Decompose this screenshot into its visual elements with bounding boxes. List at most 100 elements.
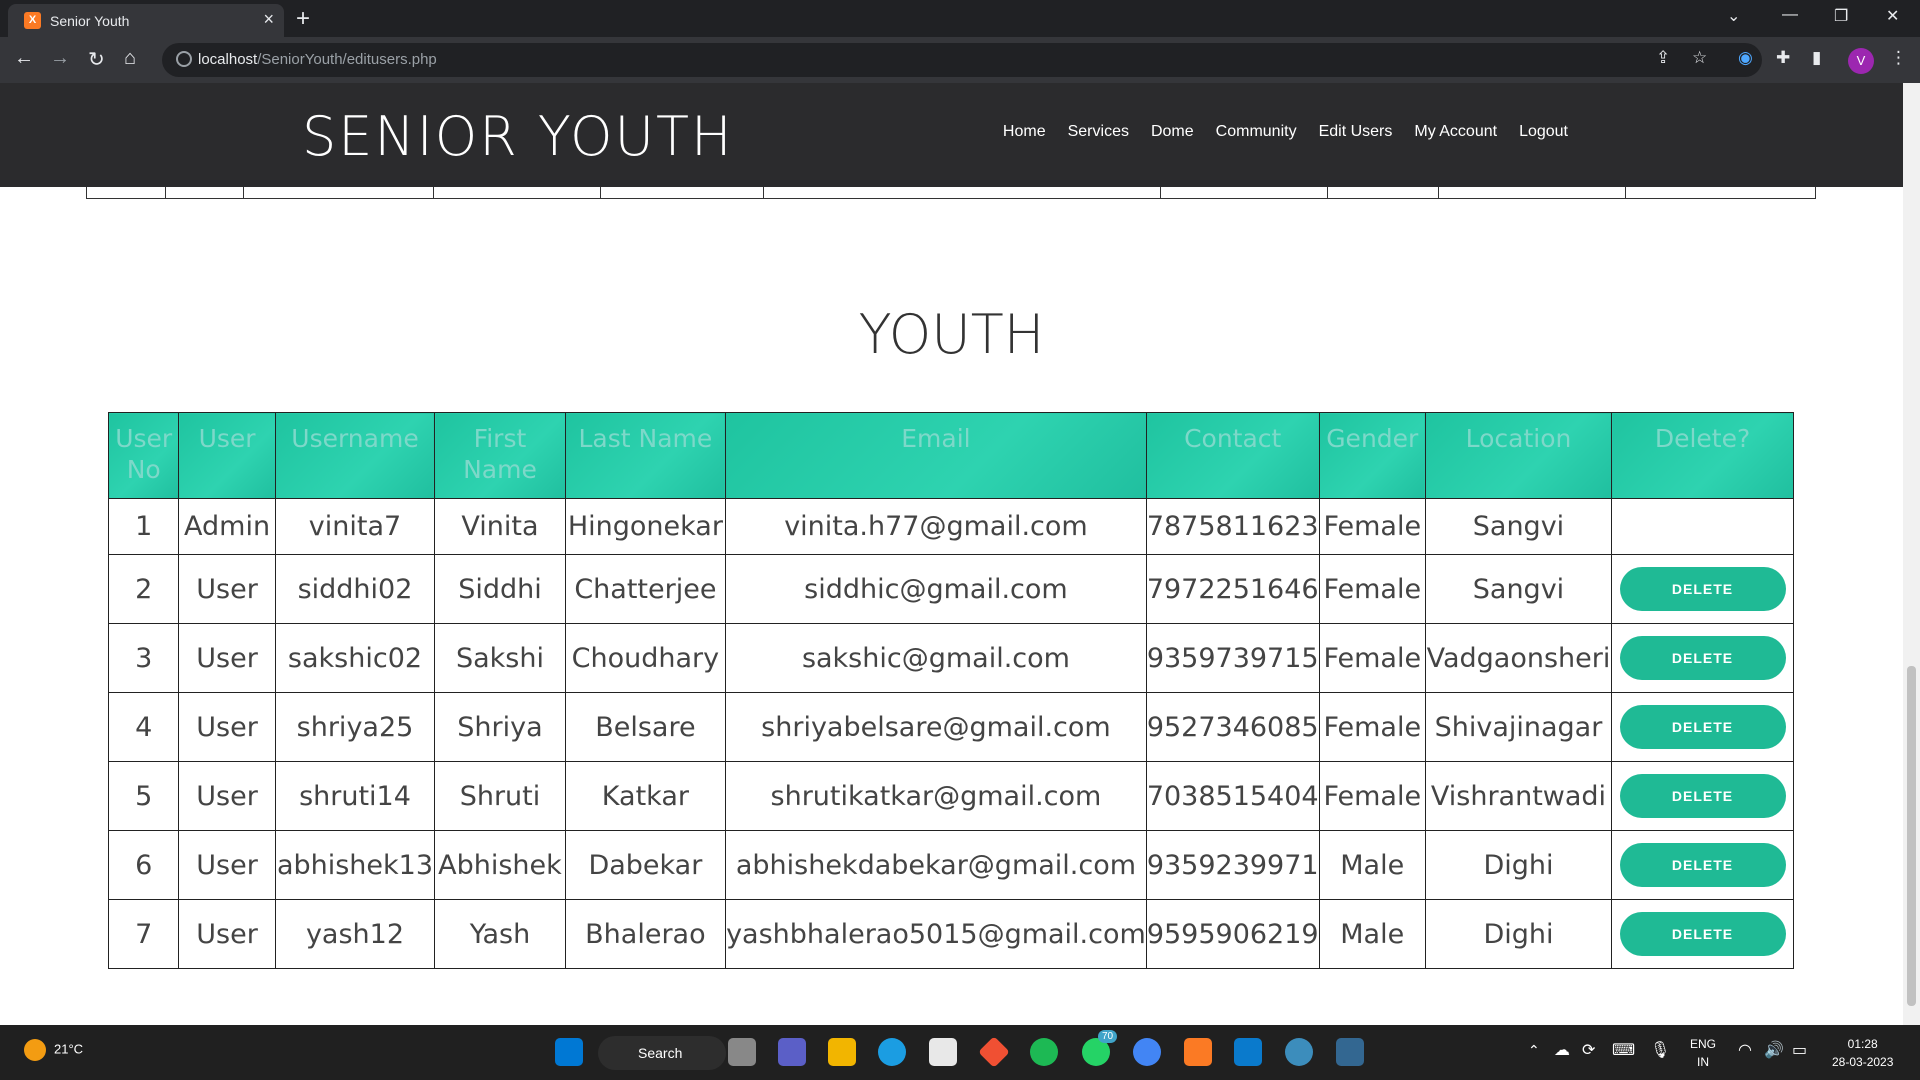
- column-header: Delete?: [1611, 412, 1794, 499]
- nav-edit-users[interactable]: Edit Users: [1319, 123, 1393, 141]
- start-icon[interactable]: [555, 1038, 583, 1066]
- store-icon[interactable]: [929, 1038, 957, 1066]
- extensions-puzzle-icon[interactable]: ✚: [1776, 48, 1790, 68]
- new-tab-icon[interactable]: +: [296, 5, 310, 33]
- table-cell: Yash: [434, 899, 566, 969]
- delete-cell: DELETE: [1611, 692, 1794, 762]
- postgresql-icon[interactable]: [1336, 1038, 1364, 1066]
- whatsapp-icon[interactable]: 70: [1082, 1030, 1118, 1066]
- nav-logout[interactable]: Logout: [1519, 123, 1568, 141]
- nav-my-account[interactable]: My Account: [1414, 123, 1497, 141]
- table-cell: yash12: [274, 899, 436, 969]
- table-cell: 6: [107, 830, 180, 900]
- input-language[interactable]: ENG IN: [1690, 1035, 1716, 1071]
- column-header: First Name: [434, 412, 566, 499]
- table-cell: 7972251646: [1145, 554, 1320, 624]
- delete-button[interactable]: DELETE: [1619, 636, 1786, 680]
- address-bar[interactable]: localhost/SeniorYouth/editusers.php: [162, 43, 1762, 77]
- windows-taskbar: 21°C Search 70 ⌃ ☁ ⟳ ⌨ 🎙 ENG IN ◠ 🔊 ▭ 01:…: [0, 1025, 1920, 1080]
- window-close-icon[interactable]: ✕: [1886, 6, 1899, 26]
- bookmark-star-icon[interactable]: ☆: [1692, 48, 1707, 68]
- tab-search-icon[interactable]: ⌄: [1727, 6, 1740, 26]
- browser-tab-bar: X Senior Youth × + ⌄ — ❐ ✕: [0, 0, 1920, 37]
- delete-button[interactable]: DELETE: [1619, 774, 1786, 818]
- column-header: Location: [1424, 412, 1613, 499]
- volume-icon[interactable]: 🔊: [1764, 1040, 1784, 1060]
- wifi-icon[interactable]: ◠: [1738, 1040, 1752, 1060]
- delete-button[interactable]: DELETE: [1619, 912, 1786, 956]
- system-clock[interactable]: 01:28 28-03-2023: [1832, 1035, 1893, 1071]
- table-cell: Female: [1318, 498, 1426, 555]
- sync-icon[interactable]: ⟳: [1582, 1040, 1595, 1060]
- table-cell: Hingonekar: [564, 498, 727, 555]
- scrollbar-thumb[interactable]: [1907, 666, 1916, 1006]
- browser-tab[interactable]: X Senior Youth ×: [8, 4, 284, 37]
- site-logo[interactable]: SENIOR YOUTH: [302, 105, 734, 168]
- chrome-icon[interactable]: [1133, 1038, 1161, 1066]
- spotify-icon[interactable]: [1030, 1038, 1058, 1066]
- back-icon[interactable]: ←: [14, 47, 34, 70]
- site-info-icon[interactable]: [176, 51, 192, 67]
- reload-icon[interactable]: ↻: [88, 47, 105, 72]
- delete-cell: DELETE: [1611, 761, 1794, 831]
- taskbar-search-label: Search: [638, 1045, 683, 1061]
- table-cell: Katkar: [564, 761, 727, 831]
- tray-chevron-icon[interactable]: ⌃: [1528, 1042, 1540, 1059]
- page-viewport: SENIOR YOUTH Home Services Dome Communit…: [0, 83, 1903, 1025]
- git-icon[interactable]: [978, 1036, 1010, 1068]
- forward-icon[interactable]: →: [50, 47, 70, 70]
- column-header: Username: [274, 412, 436, 499]
- profile-avatar[interactable]: V: [1848, 48, 1874, 74]
- table-cell: 3: [107, 623, 180, 693]
- restore-icon[interactable]: ❐: [1834, 6, 1848, 26]
- close-tab-icon[interactable]: ×: [263, 9, 274, 30]
- users-table: User No User Username First Name Last Na…: [107, 412, 1794, 969]
- teams-icon[interactable]: [778, 1038, 806, 1066]
- table-cell: Shriya: [434, 692, 566, 762]
- table-cell: vinita.h77@gmail.com: [725, 498, 1147, 555]
- table-cell: shruti14: [274, 761, 436, 831]
- onedrive-icon[interactable]: ☁: [1554, 1040, 1570, 1060]
- weather-icon: [24, 1039, 46, 1061]
- previous-table-divider: [1438, 187, 1439, 199]
- table-cell: Vishrantwadi: [1424, 761, 1613, 831]
- keyboard-icon[interactable]: ⌨: [1612, 1040, 1635, 1060]
- browser-menu-icon[interactable]: ⋮: [1890, 48, 1907, 68]
- table-cell: Sangvi: [1424, 498, 1613, 555]
- nav-community[interactable]: Community: [1216, 123, 1297, 141]
- table-cell: Abhishek: [434, 830, 566, 900]
- microphone-icon[interactable]: 🎙: [1650, 1040, 1670, 1060]
- previous-table-divider: [1625, 187, 1626, 199]
- delete-button[interactable]: DELETE: [1619, 843, 1786, 887]
- task-view-icon[interactable]: [728, 1038, 756, 1066]
- users-table-body: 1 Admin vinita7 Vinita Hingonekar vinita.h77@…: [107, 498, 1794, 969]
- xampp-icon[interactable]: [1184, 1038, 1212, 1066]
- vscode-icon[interactable]: [1234, 1038, 1262, 1066]
- share-icon[interactable]: ⇪: [1656, 48, 1670, 68]
- edge-icon[interactable]: [878, 1038, 906, 1066]
- mysql-workbench-icon[interactable]: [1285, 1038, 1313, 1066]
- table-cell: Dabekar: [564, 830, 727, 900]
- section-title: YOUTH: [858, 303, 1045, 366]
- nav-dome[interactable]: Dome: [1151, 123, 1194, 141]
- table-cell: 5: [107, 761, 180, 831]
- table-cell: Chatterjee: [564, 554, 727, 624]
- column-header: Gender: [1318, 412, 1426, 499]
- taskbar-search[interactable]: Search: [598, 1036, 726, 1070]
- home-icon[interactable]: ⌂: [124, 47, 136, 70]
- extension-icon[interactable]: ◉: [1738, 48, 1753, 68]
- weather-widget[interactable]: 21°C: [24, 1039, 83, 1061]
- table-cell: Sakshi: [434, 623, 566, 693]
- minimize-icon[interactable]: —: [1782, 6, 1798, 24]
- nav-home[interactable]: Home: [1003, 123, 1046, 141]
- file-explorer-icon[interactable]: [828, 1038, 856, 1066]
- side-panel-icon[interactable]: ▮: [1812, 48, 1821, 68]
- delete-button[interactable]: DELETE: [1619, 705, 1786, 749]
- previous-table-divider: [763, 187, 764, 199]
- battery-icon[interactable]: ▭: [1792, 1040, 1807, 1060]
- nav-services[interactable]: Services: [1068, 123, 1129, 141]
- delete-button[interactable]: DELETE: [1619, 567, 1786, 611]
- table-cell: siddhic@gmail.com: [725, 554, 1147, 624]
- table-cell: Female: [1318, 623, 1426, 693]
- page-scrollbar[interactable]: [1903, 83, 1920, 1025]
